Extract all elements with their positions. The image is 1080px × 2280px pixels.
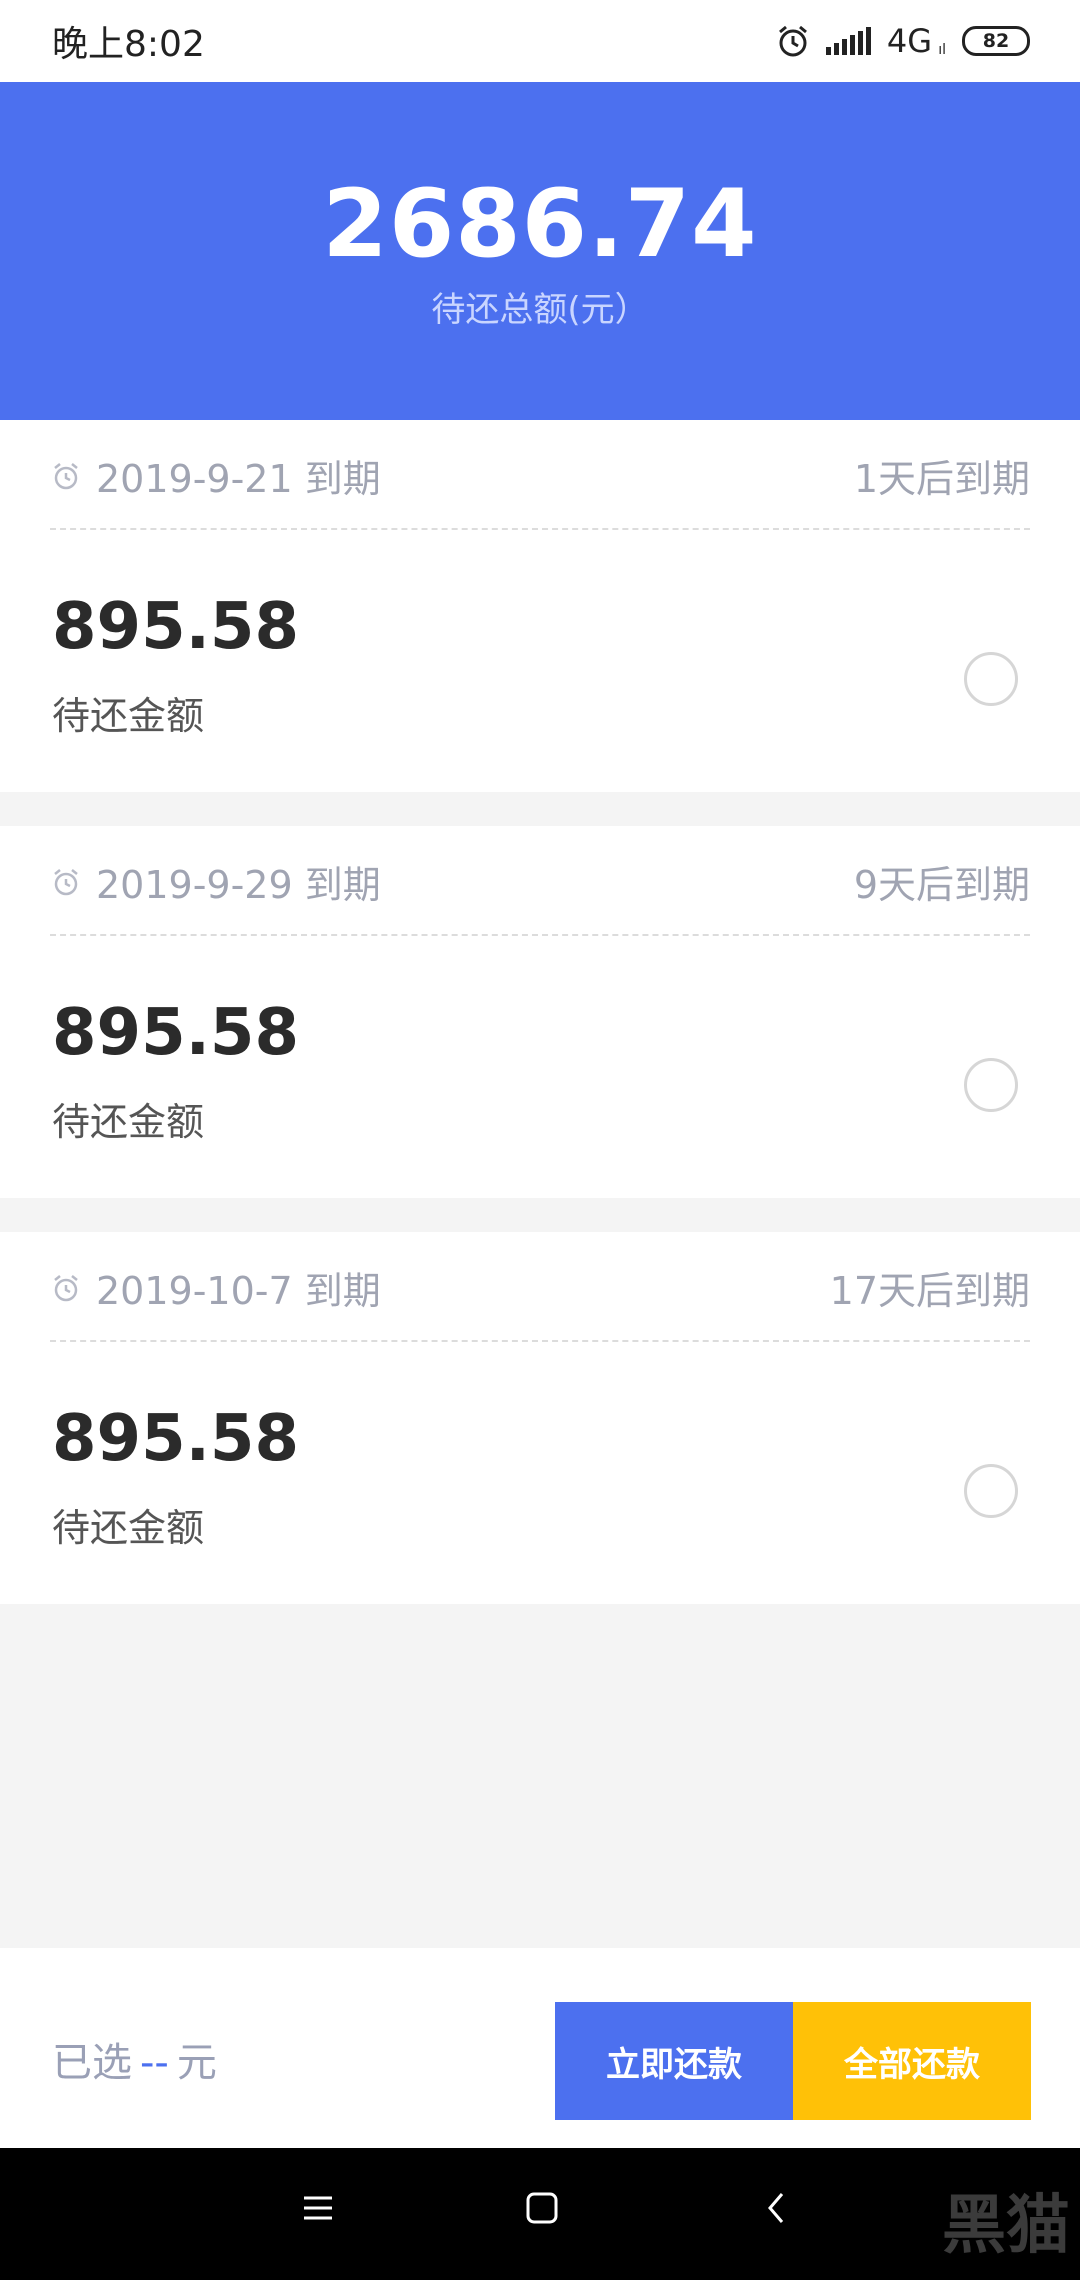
installment-amount: 895.58 [52, 590, 299, 664]
installment-amount-label: 待还金额 [52, 1506, 205, 1550]
installment-header: 2019-10-7 到期 17天后到期 [50, 1232, 1030, 1342]
menu-icon[interactable] [298, 2188, 338, 2232]
days-remaining: 9天后到期 [853, 863, 1030, 907]
pay-now-button[interactable]: 立即还款 [555, 2002, 793, 2120]
footer-bar: 已选 -- 元 立即还款 全部还款 [0, 1948, 1080, 2148]
total-amount-label: 待还总额(元） [431, 290, 649, 330]
alarm-clock-icon [50, 460, 82, 492]
selected-prefix: 已选 [52, 2040, 132, 2086]
pay-all-button[interactable]: 全部还款 [793, 2002, 1031, 2120]
due-date-text: 2019-9-21 到期 [96, 457, 381, 501]
select-radio[interactable] [964, 1058, 1018, 1112]
signal-icon [825, 27, 871, 55]
battery-level: 82 [982, 30, 1010, 52]
battery-icon: 82 [962, 26, 1030, 56]
home-icon[interactable] [522, 2188, 562, 2232]
installment-amount-label: 待还金额 [52, 1100, 205, 1144]
days-remaining: 1天后到期 [853, 457, 1030, 501]
summary-header: 2686.74 待还总额(元） [0, 82, 1080, 420]
watermark-logo: 黑猫 [800, 2160, 1080, 2280]
installment-card[interactable]: 2019-9-29 到期 9天后到期 895.58 待还金额 [0, 826, 1080, 1198]
due-date-text: 2019-9-29 到期 [96, 863, 381, 907]
installment-header: 2019-9-21 到期 1天后到期 [50, 420, 1030, 530]
selected-value: -- [140, 2040, 169, 2086]
installment-amount: 895.58 [52, 1402, 299, 1476]
due-date: 2019-10-7 到期 [50, 1260, 381, 1315]
status-bar: 晚上8:02 4G ıl 82 [0, 0, 1080, 82]
back-icon[interactable] [756, 2188, 796, 2232]
installment-amount: 895.58 [52, 996, 299, 1070]
select-radio[interactable] [964, 652, 1018, 706]
installment-card[interactable]: 2019-9-21 到期 1天后到期 895.58 待还金额 [0, 420, 1080, 792]
network-type: 4G ıl [886, 22, 946, 60]
network-sub-icon: ıl [938, 42, 946, 58]
days-remaining: 17天后到期 [829, 1269, 1030, 1313]
status-time: 晚上8:02 [52, 24, 205, 65]
total-amount: 2686.74 [322, 170, 758, 279]
installment-header: 2019-9-29 到期 9天后到期 [50, 826, 1030, 936]
alarm-clock-icon [50, 1272, 82, 1304]
select-radio[interactable] [964, 1464, 1018, 1518]
status-icons: 4G ıl 82 [776, 22, 1030, 60]
selected-unit: 元 [176, 2040, 217, 2086]
due-date: 2019-9-29 到期 [50, 854, 381, 909]
installment-card[interactable]: 2019-10-7 到期 17天后到期 895.58 待还金额 [0, 1232, 1080, 1604]
due-date-text: 2019-10-7 到期 [96, 1269, 381, 1313]
alarm-clock-icon [50, 866, 82, 898]
installment-amount-label: 待还金额 [52, 694, 205, 738]
alarm-icon [776, 24, 810, 58]
watermark-text: 黑猫 [942, 2189, 1070, 2263]
due-date: 2019-9-21 到期 [50, 448, 381, 503]
selected-amount: 已选 -- 元 [52, 2030, 217, 2088]
